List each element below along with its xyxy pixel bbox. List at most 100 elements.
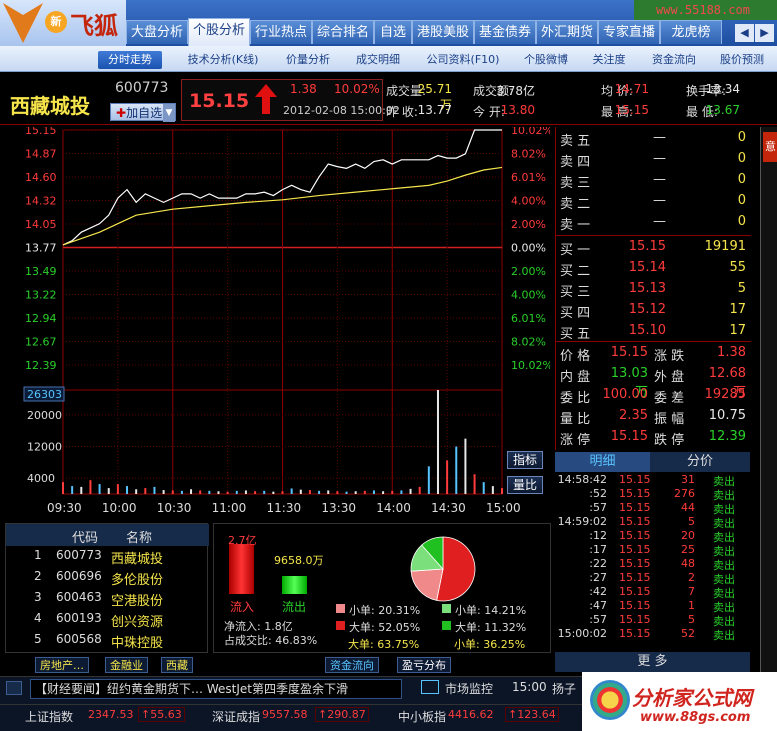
tick-row[interactable]: 14:59:02 15.15 5 卖出 xyxy=(555,515,750,530)
rank-code: 600463 xyxy=(56,590,102,604)
sell-row[interactable]: 卖 四 — 0 xyxy=(556,151,751,172)
order-label: 买 四 xyxy=(560,306,591,321)
buy-row[interactable]: 买 四 15.12 17 xyxy=(556,302,751,323)
subtab-5[interactable]: 个股微博 xyxy=(518,51,574,69)
subtab-4[interactable]: 公司资料(F10) xyxy=(418,51,508,69)
order-label: 买 三 xyxy=(560,285,591,300)
order-price: 15.13 xyxy=(628,281,666,296)
tick-row[interactable]: :57 15.15 44 卖出 xyxy=(555,501,750,516)
vol-tick-label: 20000 xyxy=(27,409,62,422)
ad-banner[interactable]: 分析家公式网 www.88gs.com xyxy=(582,672,777,731)
site-banner[interactable]: www.55188.com xyxy=(634,0,777,20)
add-watchlist-button[interactable]: ✚加自选 ▼ xyxy=(110,103,176,122)
tick-row[interactable]: 15:00:02 15.15 52 卖出 xyxy=(555,627,750,642)
tick-row[interactable]: :17 15.15 25 卖出 xyxy=(555,543,750,558)
side-panel-edge[interactable]: 意 xyxy=(760,127,777,672)
tick-row[interactable]: :22 15.15 48 卖出 xyxy=(555,557,750,572)
tick-volume: 48 xyxy=(681,557,695,570)
ranking-tag[interactable]: 西藏 xyxy=(161,657,193,673)
x-tick-label: 09:30 xyxy=(47,501,82,515)
market-monitor-label[interactable]: 市场监控 xyxy=(445,680,493,697)
tab-details[interactable]: 明细 xyxy=(555,452,650,472)
sell-row[interactable]: 卖 三 — 0 xyxy=(556,172,751,193)
tab-0[interactable]: 大盘分析 xyxy=(126,20,188,44)
rank-name: 空港股份 xyxy=(111,594,164,609)
tick-row[interactable]: :47 15.15 1 卖出 xyxy=(555,599,750,614)
tab-1[interactable]: 个股分析 xyxy=(188,18,250,46)
side-panel-tab[interactable]: 意 xyxy=(763,132,777,162)
tab-profit-distribution[interactable]: 盈亏分布 xyxy=(397,657,451,673)
y-tick-label: 14.05 xyxy=(25,218,57,231)
tab-fund-flow[interactable]: 资金流向 xyxy=(325,657,379,673)
tick-price: 15.15 xyxy=(619,571,651,584)
sell-row[interactable]: 卖 一 — 0 xyxy=(556,214,751,235)
y-tick-label: 13.22 xyxy=(25,289,57,302)
ranking-tag[interactable]: 房地产… xyxy=(35,657,89,673)
buy-row[interactable]: 买 一 15.15 19191 xyxy=(556,239,751,260)
subtab-7[interactable]: 资金流向 xyxy=(644,51,704,69)
tick-row[interactable]: :57 15.15 5 卖出 xyxy=(555,613,750,628)
more-button[interactable]: 更 多 xyxy=(555,652,750,672)
sell-row[interactable]: 卖 五 — 0 xyxy=(556,130,751,151)
tab-4[interactable]: 自选 xyxy=(374,20,412,44)
col-code[interactable]: 代码 xyxy=(72,527,98,546)
summary-value: 12.39 xyxy=(708,429,746,444)
scroll-left-icon[interactable]: ◀ xyxy=(735,24,754,42)
ranking-row[interactable]: 2 600696 多伦股份 xyxy=(6,569,209,590)
summary-label: 内 盘 xyxy=(560,370,591,385)
tick-row[interactable]: 14:58:42 15.15 31 卖出 xyxy=(555,473,750,488)
news-text[interactable]: 【财经要闻】纽约黄金期货下… WestJet第四季度盈余下滑 xyxy=(30,679,402,699)
tab-8[interactable]: 专家直播 xyxy=(598,20,660,44)
ranking-row[interactable]: 1 600773 西藏城投 xyxy=(6,548,209,569)
subtab-6[interactable]: 关注度 xyxy=(584,51,634,69)
col-name[interactable]: 名称 xyxy=(126,527,152,546)
scroll-right-icon[interactable]: ▶ xyxy=(755,24,774,42)
order-price: — xyxy=(653,214,666,229)
ranking-tags: 房地产… 金融业 西藏 xyxy=(5,655,215,675)
ranking-row[interactable]: 3 600463 空港股份 xyxy=(6,590,209,611)
intraday-chart[interactable]: 15.15 10.02% 14.87 8.02% 14.60 6.01% 14.32 4.00… xyxy=(5,127,550,520)
monitor-icon[interactable] xyxy=(421,680,439,694)
index-name[interactable]: 上证指数 xyxy=(25,708,73,725)
tick-row[interactable]: :27 15.15 2 卖出 xyxy=(555,571,750,586)
tab-7[interactable]: 外汇期货 xyxy=(536,20,598,44)
rank-number: 5 xyxy=(34,632,42,646)
order-label: 买 五 xyxy=(560,327,591,342)
tab-6[interactable]: 基金债券 xyxy=(474,20,536,44)
pct-tick-label: 6.01% xyxy=(511,312,546,325)
summary-label: 振 幅 xyxy=(654,412,685,427)
app-logo[interactable]: 新 飞狐 xyxy=(0,0,126,46)
subtab-1[interactable]: 技术分析(K线) xyxy=(178,51,268,69)
tab-9[interactable]: 龙虎榜 xyxy=(660,20,722,44)
news-menu-icon[interactable] xyxy=(6,681,22,695)
tab-2[interactable]: 行业热点 xyxy=(250,20,312,44)
subtab-3[interactable]: 成交明细 xyxy=(348,51,408,69)
buy-row[interactable]: 买 三 15.13 5 xyxy=(556,281,751,302)
tab-5[interactable]: 港股美股 xyxy=(412,20,474,44)
pct-tick-label: 4.00% xyxy=(511,195,546,208)
ranking-tag[interactable]: 金融业 xyxy=(105,657,148,673)
tick-price: 15.15 xyxy=(619,515,651,528)
tick-row[interactable]: :42 15.15 7 卖出 xyxy=(555,585,750,600)
tab-price-split[interactable]: 分价 xyxy=(650,452,750,472)
buy-row[interactable]: 买 二 15.14 55 xyxy=(556,260,751,281)
tick-row[interactable]: :12 15.15 20 卖出 xyxy=(555,529,750,544)
ranking-row[interactable]: 4 600193 创兴资源 xyxy=(6,611,209,632)
tab-3[interactable]: 综合排名 xyxy=(312,20,374,44)
index-name[interactable]: 深证成指 xyxy=(212,708,260,725)
tick-side: 卖出 xyxy=(713,629,735,642)
sell-row[interactable]: 卖 二 — 0 xyxy=(556,193,751,214)
ratio: 占成交比: 46.83% xyxy=(224,634,318,647)
volume-ratio-button[interactable]: 量比 xyxy=(507,476,543,494)
indicator-button[interactable]: 指标 xyxy=(507,451,543,469)
tick-row[interactable]: :52 15.15 276 卖出 xyxy=(555,487,750,502)
flow-tabs: 资金流向 盈亏分布 xyxy=(325,655,555,675)
dropdown-icon[interactable]: ▼ xyxy=(163,104,175,122)
legend-swatch xyxy=(336,604,345,613)
subtab-8[interactable]: 股价预测 xyxy=(712,51,772,69)
index-name[interactable]: 中小板指 xyxy=(398,708,446,725)
subtab-0[interactable]: 分时走势 xyxy=(98,51,162,69)
ranking-row[interactable]: 5 600568 中珠控股 xyxy=(6,632,209,653)
subtab-2[interactable]: 价量分析 xyxy=(278,51,338,69)
last-price: 15.15 xyxy=(189,90,250,112)
